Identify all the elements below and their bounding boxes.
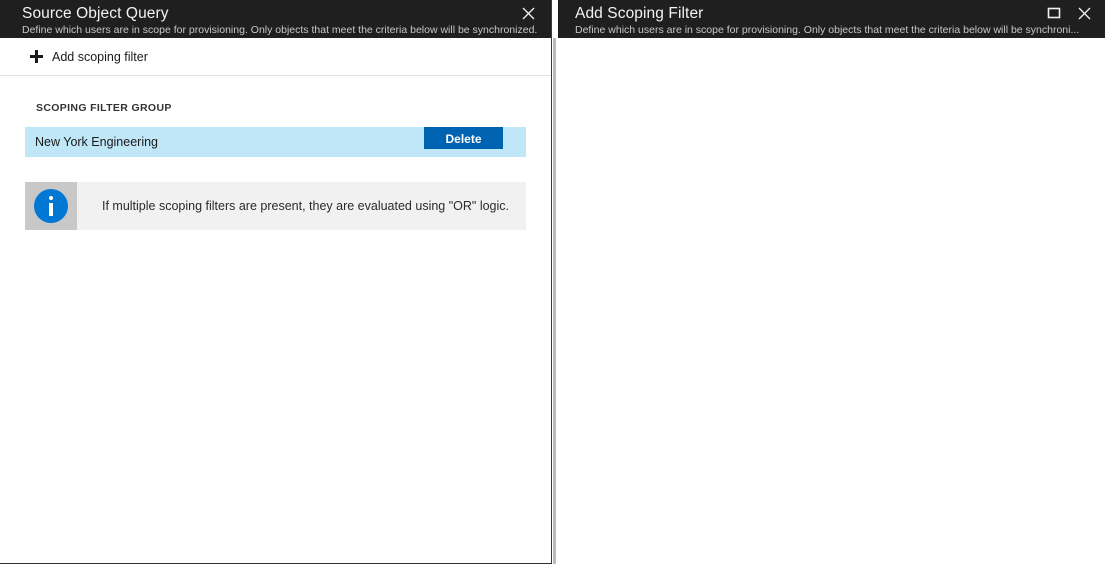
right-panel-subtitle: Define which users are in scope for prov… <box>575 23 1105 37</box>
right-panel-titlebar: Add Scoping Filter Define which users ar… <box>558 0 1105 38</box>
restore-window-button[interactable] <box>1039 0 1069 26</box>
delete-scoping-filter-button[interactable]: Delete <box>424 127 503 149</box>
left-panel-subtitle: Define which users are in scope for prov… <box>22 23 551 37</box>
left-panel-title: Source Object Query <box>22 5 551 22</box>
add-scoping-filter-label: Add scoping filter <box>52 50 148 64</box>
info-banner-text: If multiple scoping filters are present,… <box>77 182 509 230</box>
plus-icon <box>30 50 43 63</box>
scoping-filter-group-header: SCOPING FILTER GROUP <box>0 76 551 114</box>
info-icon <box>34 189 68 223</box>
source-object-query-panel: Source Object Query Define which users a… <box>0 0 552 564</box>
close-icon <box>522 7 535 20</box>
left-panel-titlebar: Source Object Query Define which users a… <box>0 0 551 38</box>
right-window-buttons <box>1039 0 1099 38</box>
left-window-buttons <box>513 0 543 38</box>
add-scoping-filter-panel: Add Scoping Filter Define which users ar… <box>558 0 1105 564</box>
add-scoping-filter-button[interactable]: Add scoping filter <box>0 38 551 76</box>
close-icon <box>1078 7 1091 20</box>
close-button[interactable] <box>513 0 543 26</box>
restore-window-icon <box>1047 7 1061 19</box>
or-logic-info-banner: If multiple scoping filters are present,… <box>25 182 526 230</box>
close-button[interactable] <box>1069 0 1099 26</box>
info-icon-container <box>25 182 77 230</box>
panel-divider <box>553 38 556 564</box>
app-window: Source Object Query Define which users a… <box>0 0 1105 564</box>
scoping-filter-name: New York Engineering <box>35 135 158 149</box>
right-panel-title: Add Scoping Filter <box>575 5 1105 22</box>
scoping-filter-list-item[interactable]: New York Engineering Delete <box>25 127 526 157</box>
